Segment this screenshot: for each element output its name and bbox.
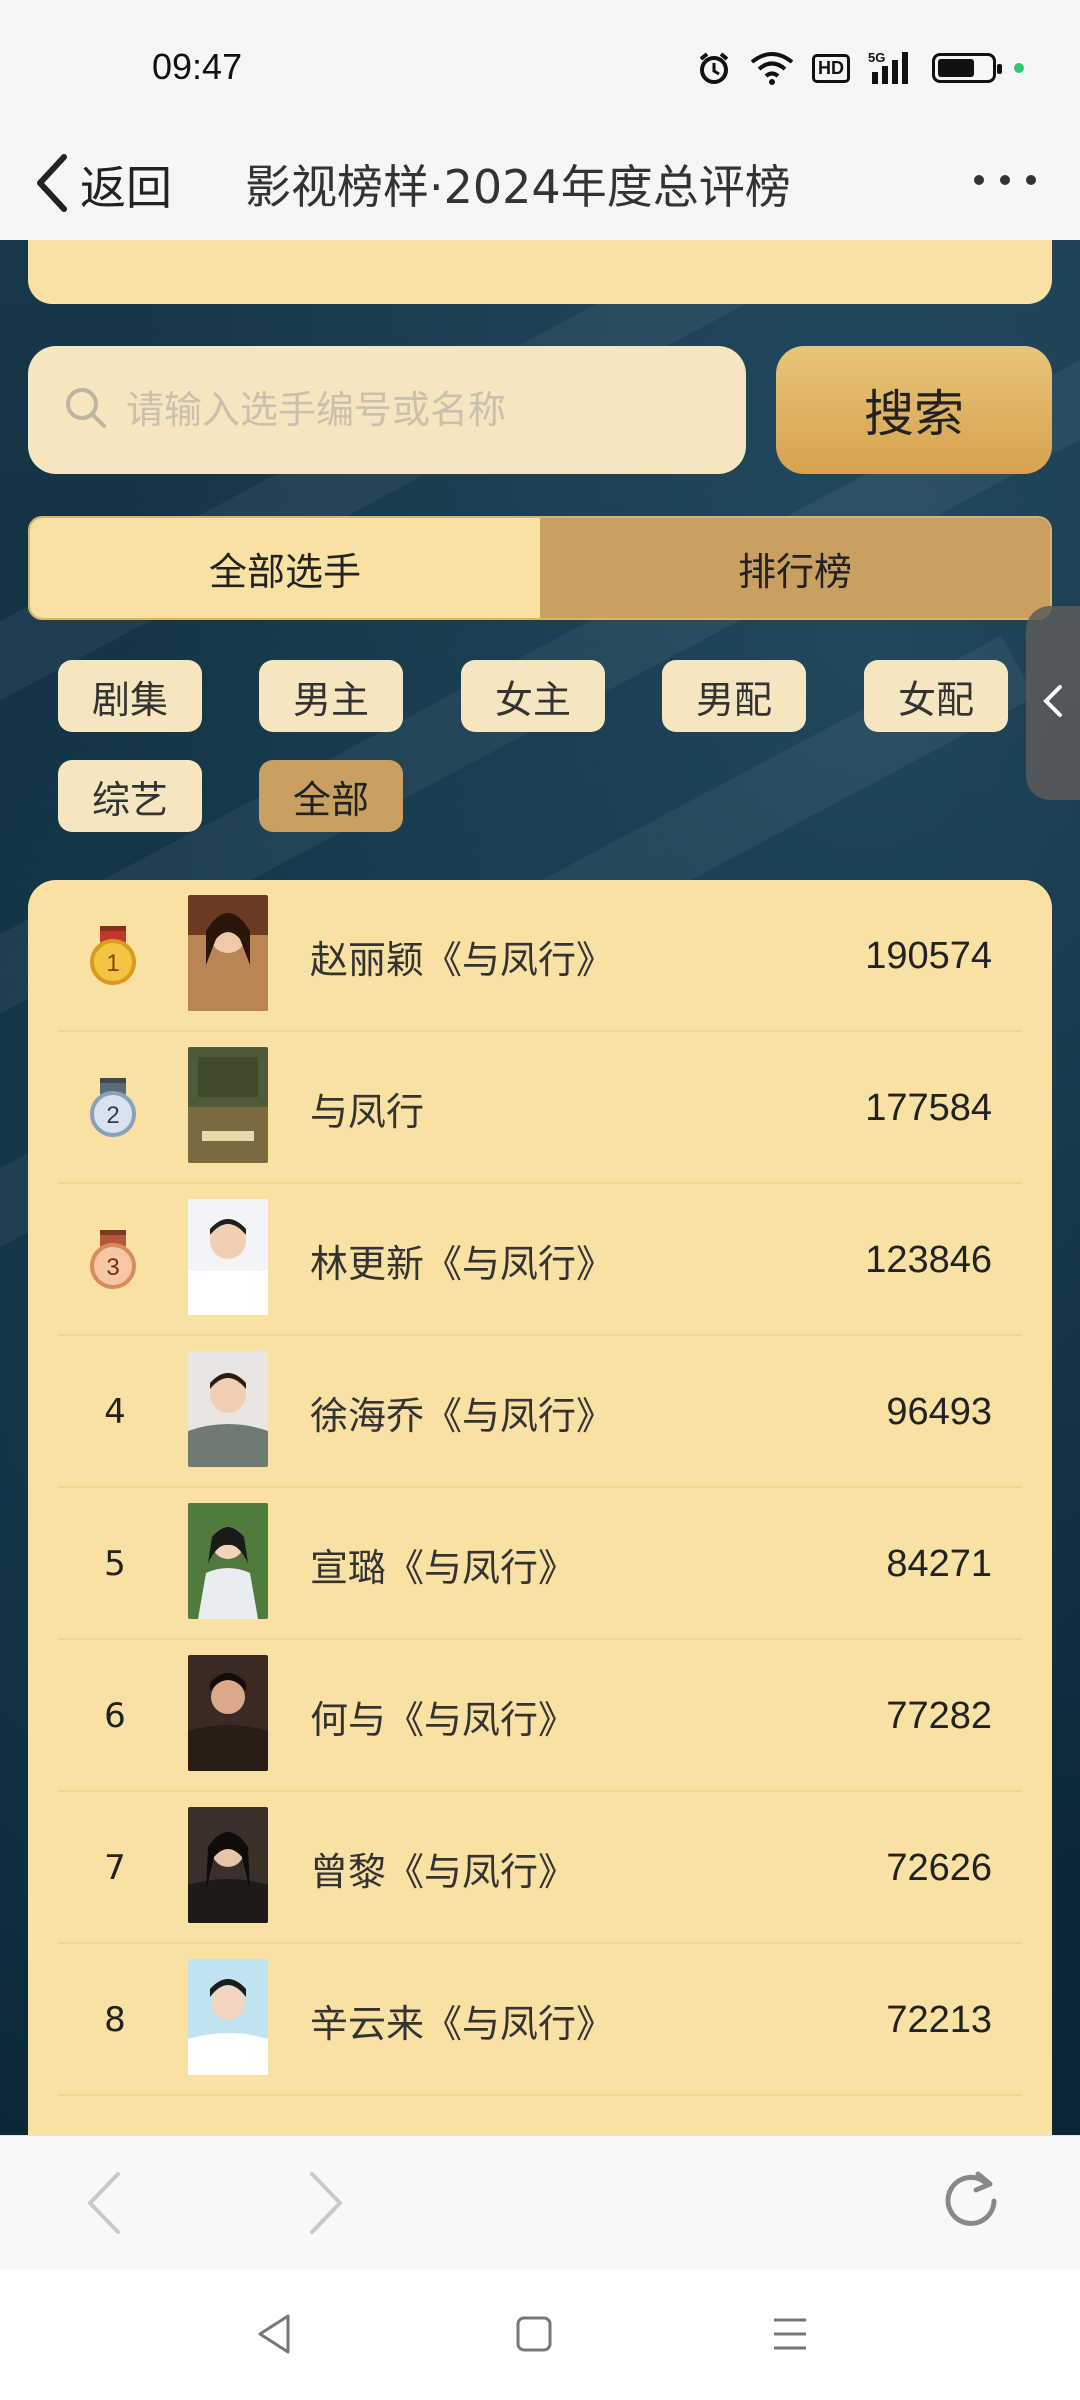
list-item[interactable]: 3 林更新《与凤行》 123846: [58, 1184, 1022, 1336]
list-item[interactable]: 7 曾黎《与凤行》 72626: [58, 1792, 1022, 1944]
avatar: [188, 1503, 268, 1619]
avatar: [188, 1959, 268, 2075]
refresh-icon[interactable]: [936, 2166, 1006, 2240]
system-back-icon[interactable]: [254, 2312, 294, 2360]
rank-number: 5: [104, 1544, 126, 1584]
rank-name: 赵丽颖《与凤行》: [310, 937, 615, 982]
status-time: 09:47: [152, 46, 243, 87]
rank-score: 72213: [886, 1998, 992, 2041]
browser-toolbar: [0, 2135, 1080, 2270]
rank-score: 123846: [865, 1238, 992, 1281]
browser-back-icon[interactable]: [84, 2170, 124, 2240]
tab-all-players[interactable]: 全部选手: [30, 518, 540, 618]
tab-leaderboard[interactable]: 排行榜: [540, 518, 1050, 618]
chevron-left-icon: [34, 153, 70, 217]
page-title: 影视榜样·2024年度总评榜: [245, 160, 791, 214]
avatar: [188, 1351, 268, 1467]
medal-rank: 3: [106, 1254, 119, 1281]
search-icon: [64, 386, 108, 434]
category-chip-drama[interactable]: 剧集: [58, 660, 202, 732]
rank-name: 林更新《与凤行》: [310, 1241, 615, 1286]
rank-score: 72626: [886, 1846, 992, 1889]
search-input[interactable]: [126, 388, 726, 432]
list-item[interactable]: 2 与凤行 177584: [58, 1032, 1022, 1184]
content-area: 搜索 全部选手 排行榜 剧集 男主 女主 男配 女配 综艺 全部 1 赵丽颖《与…: [0, 240, 1080, 2135]
search-button[interactable]: 搜索: [776, 346, 1052, 474]
category-chip-all[interactable]: 全部: [259, 760, 403, 832]
avatar: [188, 895, 268, 1011]
more-icon[interactable]: [974, 175, 1036, 185]
browser-forward-icon[interactable]: [306, 2170, 346, 2240]
avatar: [188, 1199, 268, 1315]
category-chip-lead-actor[interactable]: 男主: [259, 660, 403, 732]
category-chip-variety[interactable]: 综艺: [58, 760, 202, 832]
gold-medal-icon: 1: [88, 926, 138, 992]
list-item[interactable]: 1 赵丽颖《与凤行》 190574: [58, 880, 1022, 1032]
system-navigation: [0, 2270, 1080, 2400]
avatar: [188, 1807, 268, 1923]
status-bar: 09:47 HD 5G: [0, 0, 1080, 135]
alarm-icon: [696, 50, 732, 86]
rank-number: 8: [104, 2000, 126, 2040]
avatar: [188, 1047, 268, 1163]
signal-5g-icon: 5G: [868, 50, 914, 86]
category-chip-lead-actress[interactable]: 女主: [461, 660, 605, 732]
rank-score: 96493: [886, 1390, 992, 1433]
rank-score: 177584: [865, 1086, 992, 1129]
medal-rank: 1: [106, 950, 119, 977]
status-icons: HD 5G: [696, 46, 1024, 90]
rank-number: 7: [104, 1848, 126, 1888]
svg-text:5G: 5G: [868, 50, 885, 65]
list-item[interactable]: 4 徐海乔《与凤行》 96493: [58, 1336, 1022, 1488]
rank-score: 77282: [886, 1694, 992, 1737]
rank-name: 徐海乔《与凤行》: [310, 1393, 615, 1438]
rank-name: 与凤行: [310, 1089, 425, 1134]
battery-icon: [932, 53, 1002, 83]
tab-bar: 全部选手 排行榜: [28, 516, 1052, 620]
side-drawer-handle[interactable]: [1026, 606, 1080, 800]
rank-score: 84271: [886, 1542, 992, 1585]
rank-name: 辛云来《与凤行》: [310, 2001, 615, 2046]
list-item[interactable]: 5 宣璐《与凤行》 84271: [58, 1488, 1022, 1640]
system-home-icon[interactable]: [514, 2312, 554, 2360]
hd-icon: HD: [812, 53, 850, 83]
notice-card: [28, 240, 1052, 304]
rank-name: 宣璐《与凤行》: [310, 1545, 577, 1590]
rank-name: 何与《与凤行》: [310, 1697, 577, 1742]
search-box[interactable]: [28, 346, 746, 474]
category-chip-supporting-actor[interactable]: 男配: [662, 660, 806, 732]
medal-rank: 2: [106, 1102, 119, 1129]
list-item[interactable]: 8 辛云来《与凤行》 72213: [58, 1944, 1022, 2096]
green-dot: [1014, 63, 1024, 73]
wifi-icon: [750, 50, 794, 86]
list-item[interactable]: 6 何与《与凤行》 77282: [58, 1640, 1022, 1792]
nav-bar: 返回 影视榜样·2024年度总评榜: [0, 135, 1080, 240]
bronze-medal-icon: 3: [88, 1230, 138, 1296]
chevron-left-icon: [1042, 683, 1064, 723]
rank-name: 曾黎《与凤行》: [310, 1849, 577, 1894]
rank-score: 190574: [865, 934, 992, 977]
back-label: 返回: [80, 161, 172, 215]
rank-number: 6: [104, 1696, 126, 1736]
silver-medal-icon: 2: [88, 1078, 138, 1144]
avatar: [188, 1655, 268, 1771]
rank-number: 4: [104, 1392, 126, 1432]
ranking-list: 1 赵丽颖《与凤行》 190574 2 与凤行 177584 3 林更新《与凤行…: [28, 880, 1052, 2135]
back-button[interactable]: 返回: [34, 145, 172, 225]
system-menu-icon[interactable]: [770, 2312, 810, 2360]
category-chip-supporting-actress[interactable]: 女配: [864, 660, 1008, 732]
